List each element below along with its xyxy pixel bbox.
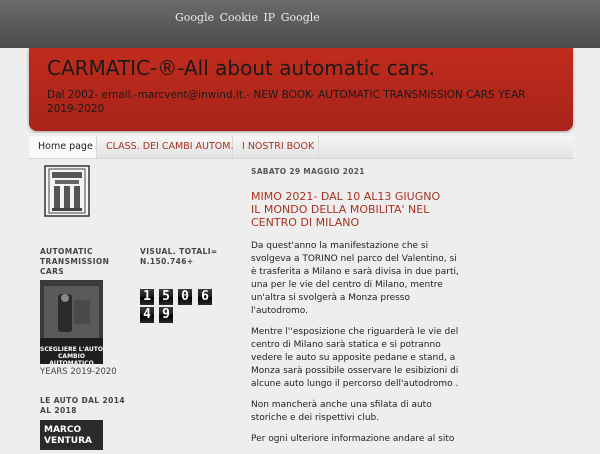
visitor-counter-title: VISUAL. TOTALI= N.150.746+ <box>140 247 218 266</box>
tab-nostri-book[interactable]: I NOSTRI BOOK <box>233 136 319 158</box>
blog-description: Dal 2002- email.-marcvent@inwind.it.- NE… <box>47 89 526 115</box>
counter-digit: 6 <box>198 289 212 305</box>
blog-title[interactable]: CARMATIC-®-All about automatic cars. <box>47 56 435 80</box>
tab-home-page[interactable]: Home page <box>29 136 97 158</box>
counter-digit: 5 <box>159 289 173 305</box>
blog-header: CARMATIC-®-All about automatic cars. Dal… <box>29 48 573 131</box>
sidebar-widget-title: AUTOMATIC TRANSMISSION CARS <box>40 247 110 276</box>
counter-digit: 4 <box>140 307 154 323</box>
cookie-bar-text: Google Cookie IP Google <box>175 11 320 24</box>
book-cover-author: MARCO VENTURA <box>44 425 92 446</box>
tab-class-cambi[interactable]: CLASS. DEI CAMBI AUTOM. <box>97 136 234 158</box>
book-cover-title: SCEGLIERE L'AUTO CAMBIO AUTOMATICO <box>40 346 103 364</box>
counter-digit: 0 <box>178 289 192 305</box>
post-paragraph: Non mancherà anche una sfilata di auto s… <box>251 400 432 423</box>
page-tabs: Home page CLASS. DEI CAMBI AUTOM. I NOST… <box>29 136 573 159</box>
post-title[interactable]: MIMO 2021- DAL 10 AL13 GIUGNO IL MONDO D… <box>251 190 449 229</box>
post-body: Da quest'anno la manifestazione che si s… <box>251 240 463 454</box>
book-cover-image[interactable]: SCEGLIERE L'AUTO CAMBIO AUTOMATICO <box>40 280 103 364</box>
counter-digit: 9 <box>159 307 173 323</box>
book-cover-image[interactable]: MARCO VENTURA <box>40 420 103 450</box>
cookie-bar: Google Cookie IP Google <box>0 0 600 48</box>
counter-digit: 1 <box>140 289 154 305</box>
post-paragraph: Mentre l''esposizione che riguarderà le … <box>251 327 459 389</box>
post-date: SABATO 29 MAGGIO 2021 <box>251 167 365 176</box>
book-caption: YEARS 2019-2020 <box>40 367 117 377</box>
post-paragraph: Da quest'anno la manifestazione che si s… <box>251 241 459 316</box>
blog-logo-emblem <box>44 165 90 217</box>
content-area: Home page CLASS. DEI CAMBI AUTOM. I NOST… <box>29 133 573 450</box>
post-paragraph: Per ogni ulteriore informazione andare a… <box>251 434 455 444</box>
sidebar-widget-title: LE AUTO DAL 2014 AL 2018 <box>40 396 125 415</box>
